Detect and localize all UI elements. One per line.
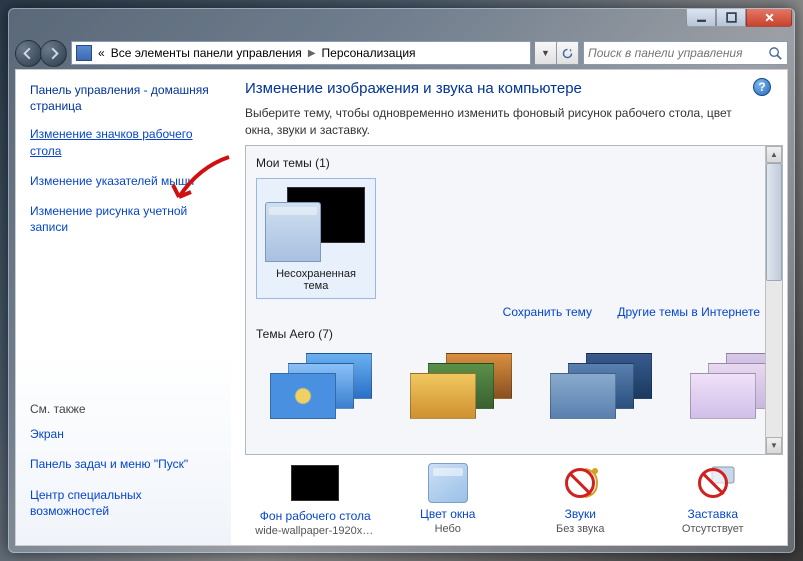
breadcrumb-current[interactable]: Персонализация [322,46,416,60]
main-panel: ? Изменение изображения и звука на компь… [231,70,787,545]
prohibit-icon [565,468,595,498]
sounds-value: Без звука [520,523,640,535]
titlebar[interactable] [9,9,794,37]
window-controls [686,8,792,27]
sidebar-link-account-picture[interactable]: Изменение рисунка учетной записи [30,203,217,235]
save-theme-link[interactable]: Сохранить тему [503,305,592,319]
screensaver-icon [690,463,736,503]
aero-theme-1[interactable] [262,353,372,423]
sidebar: Панель управления - домашняя страница Из… [16,70,231,545]
address-bar[interactable]: « Все элементы панели управления ▶ Персо… [71,41,531,65]
help-icon[interactable]: ? [753,78,771,96]
window-color-value: Небо [388,523,508,535]
window-color-icon [428,463,468,503]
wallpaper-icon [291,465,339,501]
sidebar-link-desktop-icons[interactable]: Изменение значков рабочего стола [30,126,217,158]
breadcrumb-parent[interactable]: Все элементы панели управления [111,46,302,60]
page-subtitle: Выберите тему, чтобы одновременно измени… [245,105,783,139]
screensaver-item[interactable]: Заставка Отсутствует [653,463,773,537]
breadcrumb-root-marker: « [98,46,105,60]
bottom-settings-row: Фон рабочего стола wide-wallpaper-1920x1… [245,455,783,539]
scroll-up-button[interactable]: ▲ [766,146,782,163]
speaker-icon [557,463,603,503]
aero-themes-label: Темы Aero (7) [256,327,772,341]
prohibit-icon [698,468,728,498]
control-panel-window: « Все элементы панели управления ▶ Персо… [8,8,795,553]
my-themes-label: Мои темы (1) [256,156,772,170]
theme-unsaved[interactable]: Несохраненная тема [256,178,376,299]
forward-button[interactable] [40,40,67,67]
maximize-button[interactable] [716,8,746,27]
address-dropdown-button[interactable]: ▼ [535,41,557,65]
theme-name: Несохраненная тема [265,268,367,292]
screensaver-link[interactable]: Заставка [653,507,773,521]
nav-arrows [15,40,67,67]
see-also-display[interactable]: Экран [30,426,217,442]
search-input[interactable] [588,46,768,60]
sounds-item[interactable]: Звуки Без звука [520,463,640,537]
window-color-link[interactable]: Цвет окна [388,507,508,521]
desktop-background-item[interactable]: Фон рабочего стола wide-wallpaper-1920x1… [255,463,375,537]
refresh-button[interactable] [557,41,579,65]
scroll-down-button[interactable]: ▼ [766,437,782,454]
aero-theme-4[interactable] [682,353,772,423]
search-box[interactable] [583,41,788,65]
sidebar-link-mouse-pointers[interactable]: Изменение указателей мыши [30,173,217,189]
theme-thumb-icon [265,187,365,262]
aero-theme-2[interactable] [402,353,512,423]
close-button[interactable] [746,8,792,27]
page-heading: Изменение изображения и звука на компьют… [245,80,783,97]
minimize-button[interactable] [686,8,716,27]
control-panel-home-link[interactable]: Панель управления - домашняя страница [30,82,217,114]
see-also-ease[interactable]: Центр специальных возможностей [30,487,217,519]
scrollbar-vertical[interactable]: ▲ ▼ [765,146,782,454]
wallpaper-link[interactable]: Фон рабочего стола [255,509,375,523]
more-themes-link[interactable]: Другие темы в Интернете [617,305,760,319]
personalization-icon [76,45,92,61]
scroll-thumb[interactable] [766,163,782,281]
address-buttons: ▼ [535,41,579,65]
content-area: Панель управления - домашняя страница Из… [15,69,788,546]
screensaver-value: Отсутствует [653,523,773,535]
search-icon[interactable] [768,46,783,61]
window-color-item[interactable]: Цвет окна Небо [388,463,508,537]
back-button[interactable] [15,40,42,67]
aero-theme-3[interactable] [542,353,652,423]
see-also-header: См. также [30,402,217,416]
sounds-link[interactable]: Звуки [520,507,640,521]
see-also-taskbar[interactable]: Панель задач и меню "Пуск" [30,456,217,472]
chevron-right-icon[interactable]: ▶ [308,48,316,59]
wallpaper-value: wide-wallpaper-1920x10… [255,525,375,537]
themes-panel: Мои темы (1) Несохраненная тема Сохранит… [245,145,783,455]
navigation-bar: « Все элементы панели управления ▶ Персо… [9,37,794,69]
aero-themes-row [256,349,772,427]
panel-links: Сохранить тему Другие темы в Интернете [256,299,772,323]
